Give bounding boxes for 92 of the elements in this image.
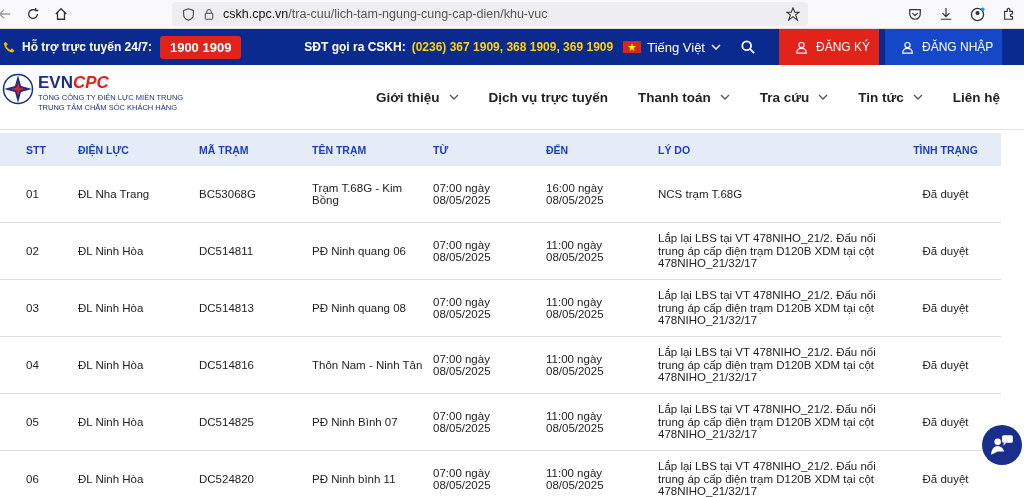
nav-item[interactable]: Giới thiệu (376, 89, 459, 105)
address-bar[interactable]: cskh.cpc.vn/tra-cuu/lich-tam-ngung-cung-cap-dien/khu-vuc (172, 2, 808, 26)
end-time: 11:00 ngày 08/05/2025 (546, 409, 605, 435)
station-code: DC514816 (199, 358, 255, 372)
login-button[interactable]: ĐĂNG NHẬP (885, 29, 1002, 65)
reload-icon[interactable] (26, 7, 40, 21)
chat-button[interactable] (982, 425, 1022, 465)
logo-wordmark: EVNCPC (38, 73, 110, 93)
register-button[interactable]: ĐĂNG KÝ (779, 29, 879, 65)
row-number: 02 (26, 244, 40, 258)
station-name: PĐ Ninh Bình 07 (312, 415, 399, 429)
branch-name: ĐL Nha Trang (78, 187, 151, 201)
reason: Lắp lại LBS tại VT 478NIHO_21/2. Đấu nối trung áp cấp điện trạm D120B XDM tại cột 478NIHO_21/32/17 (658, 403, 877, 441)
search-icon[interactable] (741, 40, 755, 54)
column-header: TÌNH TRẠNG (912, 143, 979, 156)
pocket-icon[interactable] (908, 7, 922, 21)
start-time: 07:00 ngày 08/05/2025 (433, 466, 492, 492)
column-header: TÊN TRẠM (312, 143, 368, 156)
nav-item[interactable]: Thanh toán (637, 89, 730, 105)
extensions-icon[interactable] (1002, 7, 1016, 21)
chevron-down-icon (912, 94, 923, 100)
nav-item[interactable]: Tin tức (858, 89, 923, 105)
branch-name: ĐL Ninh Hòa (78, 301, 145, 315)
reason: Lắp lại LBS tại VT 478NIHO_21/2. Đấu nối trung áp cấp điện trạm D120B XDM tại cột 478NIHO_21/32/17 (658, 232, 877, 270)
branch-name: ĐL Ninh Hòa (78, 358, 145, 372)
station-code: DC514825 (199, 415, 255, 429)
end-time: 11:00 ngày 08/05/2025 (546, 352, 605, 378)
status: Đã duyệt (921, 358, 970, 372)
hotline-badge[interactable]: 1900 1909 (159, 35, 242, 59)
station-code: BC53068G (199, 187, 257, 201)
row-number: 05 (26, 415, 40, 429)
nav-item[interactable]: Tra cứu (759, 89, 829, 105)
chevron-down-icon (711, 44, 721, 50)
column-header: MÃ TRẠM (199, 143, 250, 156)
start-time: 07:00 ngày 08/05/2025 (433, 181, 492, 207)
station-code: DC514811 (199, 244, 255, 258)
row-number: 01 (26, 187, 40, 201)
station-code: DC514813 (199, 301, 255, 315)
call-label: SĐT gọi ra CSKH: (304, 40, 406, 54)
reason: Lắp lại LBS tại VT 478NIHO_21/2. Đấu nối trung áp cấp điện trạm D120B XDM tại cột 478NIHO_21/32/17 (658, 346, 877, 384)
station-name: PĐ Ninh quang 06 (312, 244, 407, 258)
station-name: PĐ Ninh bình 11 (312, 472, 397, 486)
station-code: DC524820 (199, 472, 255, 486)
column-header: ĐIỆN LỰC (78, 143, 130, 156)
chevron-down-icon (448, 94, 459, 100)
status: Đã duyệt (921, 187, 970, 201)
end-time: 16:00 ngày 08/05/2025 (546, 181, 605, 207)
home-icon[interactable] (54, 7, 68, 21)
end-time: 11:00 ngày 08/05/2025 (546, 295, 605, 321)
language-selector[interactable]: Tiếng Việt (647, 39, 705, 55)
download-icon[interactable] (939, 7, 953, 21)
call-numbers: (0236) 367 1909, 368 1909, 369 1909 (411, 40, 614, 54)
reason: NCS trạm T.68G (658, 187, 744, 201)
end-time: 11:00 ngày 08/05/2025 (546, 466, 605, 492)
user-icon (901, 40, 914, 54)
user-icon (795, 40, 808, 54)
column-header: LÝ DO (658, 143, 692, 156)
row-number: 03 (26, 301, 40, 315)
status: Đã duyệt (921, 472, 970, 486)
star-icon[interactable] (786, 7, 800, 21)
status: Đã duyệt (921, 301, 970, 315)
reason: Lắp lại LBS tại VT 478NIHO_21/2. Đấu nối trung áp cấp điện trạm D120B XDM tại cột 478NIHO_21/32/17 (658, 460, 877, 497)
end-time: 11:00 ngày 08/05/2025 (546, 238, 605, 264)
chevron-down-icon (818, 94, 829, 100)
support-label: Hỗ trợ trực tuyến 24/7: (22, 40, 152, 54)
start-time: 07:00 ngày 08/05/2025 (433, 295, 492, 321)
column-header: ĐẾN (546, 143, 570, 156)
status: Đã duyệt (921, 415, 970, 429)
status: Đã duyệt (921, 244, 970, 258)
lock-icon (203, 8, 215, 20)
column-header: TỪ (433, 143, 450, 156)
branch-name: ĐL Ninh Hòa (78, 415, 145, 429)
row-number: 04 (26, 358, 40, 372)
flag-icon (623, 41, 642, 53)
start-time: 07:00 ngày 08/05/2025 (433, 352, 492, 378)
chevron-down-icon (719, 94, 730, 100)
account-icon[interactable] (970, 6, 985, 22)
phone-icon (3, 40, 16, 54)
station-name: Thôn Nam - Ninh Tân (312, 358, 424, 372)
station-name: PĐ Ninh quang 08 (312, 301, 407, 315)
reason: Lắp lại LBS tại VT 478NIHO_21/2. Đấu nối trung áp cấp điện trạm D120B XDM tại cột 478NIHO_21/32/17 (658, 289, 877, 327)
start-time: 07:00 ngày 08/05/2025 (433, 409, 492, 435)
branch-name: ĐL Ninh Hòa (78, 472, 145, 486)
start-time: 07:00 ngày 08/05/2025 (433, 238, 492, 264)
row-number: 06 (26, 472, 40, 486)
shield-icon (182, 7, 195, 21)
branch-name: ĐL Ninh Hòa (78, 244, 145, 258)
nav-item[interactable]: Liên hệ (952, 89, 1000, 105)
station-name: Trạm T.68G - Kim Bồng (312, 181, 404, 207)
column-header: STT (26, 143, 47, 156)
support-chat-icon (989, 432, 1015, 458)
nav-item[interactable]: Dịch vụ trực tuyến (488, 89, 608, 105)
